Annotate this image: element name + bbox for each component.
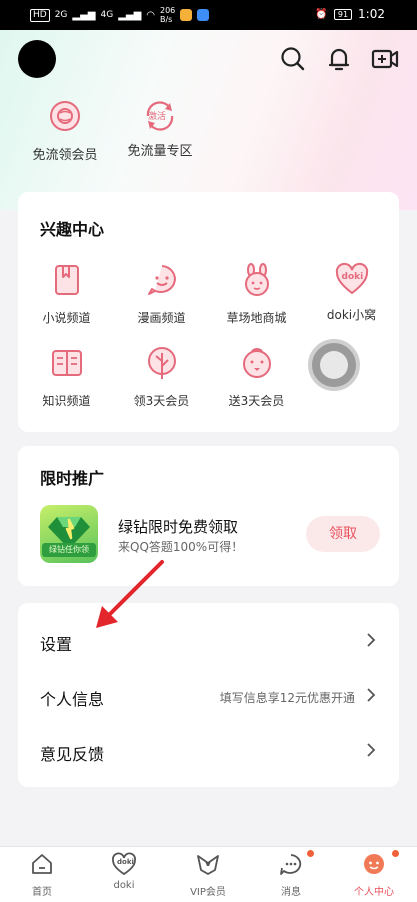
signal-2g: 2G	[54, 10, 68, 20]
grid-item-label: doki小窝	[326, 308, 377, 322]
chevron-right-icon	[367, 633, 376, 647]
tab-label: 首页	[32, 887, 52, 898]
grid-item-store[interactable]: 草场地商城	[209, 262, 304, 326]
grid-item-label: 漫画频道	[137, 311, 186, 325]
chat-face-icon	[147, 265, 176, 295]
status-time: 1:02	[358, 7, 385, 21]
tree-icon	[147, 347, 176, 379]
doki-badge: doki	[341, 272, 364, 282]
grid-item-send-vip[interactable]: 送3天会员	[209, 345, 304, 409]
grid-item-doki[interactable]: doki doki小窝	[304, 262, 399, 323]
message-icon	[280, 854, 302, 875]
promo-ribbon: 绿钻任你领	[42, 543, 96, 557]
vip-bowtie-icon	[197, 855, 219, 875]
profile-face-icon	[364, 854, 384, 874]
tab-label: 个人中心	[354, 887, 394, 898]
grid-item-label: 草场地商城	[226, 311, 287, 325]
feedback-label: 意见反馈	[40, 745, 105, 764]
grid-item-knowledge[interactable]: 知识频道	[19, 345, 114, 409]
net-speed-value: 206	[160, 6, 176, 15]
doki-heart-icon: doki	[334, 262, 370, 298]
grid-item-label: 领3天会员	[133, 394, 190, 408]
messages-badge-dot	[307, 850, 314, 857]
grid-item-get-vip[interactable]: 领3天会员	[114, 345, 209, 409]
status-bar: HD 2G ▂▄▆ 4G ▂▄▆ ◠ 206 B/s ⏰ 91 1:02	[0, 0, 417, 30]
net-speed: 206 B/s	[160, 6, 175, 24]
profile-badge-dot	[392, 850, 399, 857]
wifi-icon: ◠	[146, 9, 155, 21]
stream-ring-icon	[50, 101, 80, 131]
hd-badge: HD	[30, 8, 50, 22]
floating-button-inner	[320, 351, 348, 379]
quick-link-label: 免流量专区	[127, 144, 193, 159]
grid-item-comic[interactable]: 漫画频道	[114, 262, 209, 326]
settings-row[interactable]	[18, 615, 399, 667]
search-icon[interactable]	[279, 45, 307, 73]
green-diamond-image: 绿钻任你领	[40, 505, 98, 563]
doki-tab-icon: doki	[111, 852, 137, 876]
settings-label: 设置	[40, 635, 73, 654]
alarm-icon: ⏰	[315, 8, 328, 20]
tab-messages[interactable]: 消息	[251, 852, 331, 898]
activate-icon: 激活	[142, 98, 178, 134]
tab-profile[interactable]: 个人中心	[334, 852, 414, 898]
promo-item-title[interactable]: 绿钻限时免费领取	[118, 516, 238, 537]
chevron-right-icon	[367, 743, 376, 757]
quick-link-free-data[interactable]: 激活 免流量专区	[115, 98, 205, 159]
app-notification-icon	[197, 9, 210, 21]
net-speed-unit: B/s	[160, 15, 173, 24]
book-icon	[54, 265, 79, 295]
tab-home[interactable]: 首页	[2, 852, 82, 898]
tab-label: doki	[113, 880, 135, 891]
quick-link-free-vip[interactable]: 免流领会员	[20, 98, 110, 163]
floating-assistive-button[interactable]	[308, 339, 360, 391]
annotation-arrow	[96, 560, 164, 628]
promo-item-subtitle: 来QQ答题100%可得！	[118, 540, 244, 554]
avatar[interactable]	[18, 40, 56, 78]
doki-tab-badge: doki	[117, 858, 134, 866]
battery-icon: 91	[333, 8, 353, 20]
promo-title: 限时推广	[40, 469, 105, 488]
video-add-icon[interactable]	[371, 45, 399, 73]
quick-link-label: 免流领会员	[32, 148, 98, 163]
grid-item-label: 小说频道	[42, 311, 91, 325]
tab-doki[interactable]: doki doki	[84, 852, 164, 891]
app-notification-icon	[180, 9, 193, 21]
bunny-icon	[244, 263, 269, 296]
grid-item-label: 送3天会员	[228, 394, 285, 408]
activate-badge: 激活	[148, 112, 167, 122]
open-book-icon	[51, 350, 82, 376]
bell-icon[interactable]	[325, 45, 353, 73]
tab-vip[interactable]: VIP会员	[168, 852, 248, 898]
claim-button[interactable]: 领取	[306, 516, 380, 552]
gift-face-icon	[242, 348, 271, 378]
signal-icon: ▂▄▆	[72, 9, 96, 21]
signal-icon: ▂▄▆	[118, 9, 142, 21]
personal-info-hint: 填写信息享12元优惠开通	[219, 691, 355, 705]
tab-label: VIP会员	[190, 887, 226, 898]
grid-item-novel[interactable]: 小说频道	[19, 262, 114, 326]
grid-item-label: 知识频道	[42, 394, 91, 408]
interest-center-title: 兴趣中心	[40, 220, 105, 239]
personal-info-label: 个人信息	[40, 690, 105, 709]
tab-label: 消息	[281, 887, 301, 898]
chevron-right-icon	[367, 688, 376, 702]
home-icon	[32, 854, 52, 874]
signal-4g: 4G	[100, 10, 114, 20]
